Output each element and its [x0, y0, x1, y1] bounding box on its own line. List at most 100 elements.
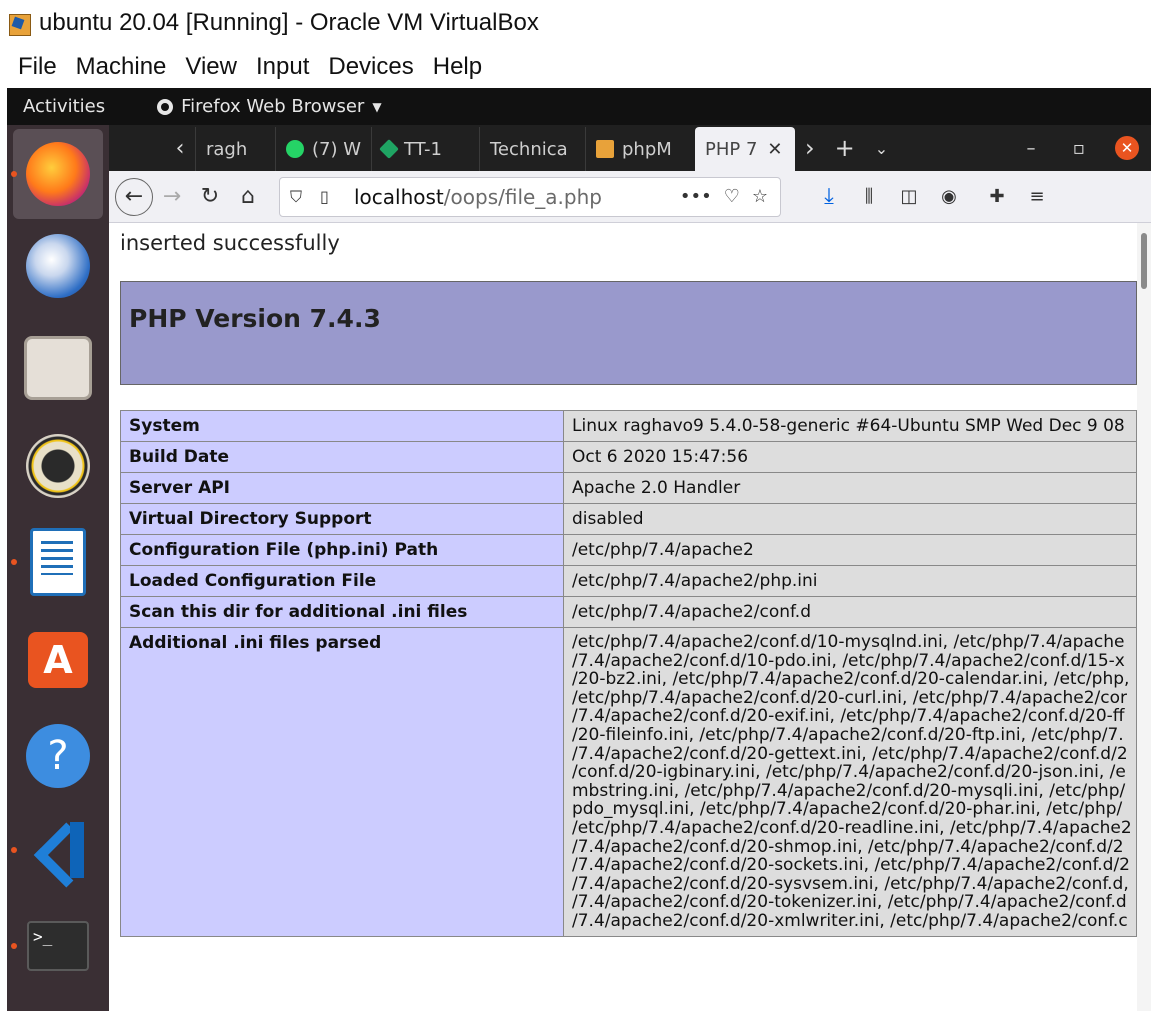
row-value: /etc/php/7.4/apache2 — [563, 534, 1137, 566]
forward-icon[interactable]: → — [153, 178, 191, 216]
firefox-icon — [26, 142, 90, 206]
tab-4[interactable]: Technica — [479, 127, 585, 171]
ini-file-line: /7.4/apache2/conf.d/10-pdo.ini, /etc/php… — [572, 650, 1125, 671]
page-scrollbar[interactable] — [1137, 223, 1151, 1011]
new-tab-icon[interactable]: + — [825, 125, 865, 171]
row-key: Scan this dir for additional .ini files — [120, 596, 564, 628]
url-path: /oops/file_a.php — [443, 184, 602, 209]
running-indicator — [11, 559, 17, 565]
dock-help[interactable]: ? — [13, 711, 103, 801]
ini-file-line: /7.4/apache2/conf.d/20-xmlwriter.ini, /e… — [572, 910, 1128, 931]
phpinfo-table: System Linux raghavo9 5.4.0-58-generic #6… — [120, 410, 1137, 937]
row-value: disabled — [563, 503, 1137, 535]
download-icon[interactable]: ⤓ — [809, 177, 849, 217]
scroll-tabs-left-icon[interactable]: ‹ — [165, 125, 195, 171]
row-key: Virtual Directory Support — [120, 503, 564, 535]
pocket-icon[interactable]: ♡ — [724, 186, 740, 207]
ini-file-line: /7.4/apache2/conf.d/20-tokenizer.ini, /e… — [572, 892, 1127, 913]
table-row: System Linux raghavo9 5.4.0-58-generic #6… — [120, 410, 1137, 442]
nav-toolbar: ← → ↻ ⌂ ⛉ ▯ localhost/oops/file_a.php ••… — [109, 171, 1151, 223]
url-bar[interactable]: ⛉ ▯ localhost/oops/file_a.php ••• ♡ ☆ — [279, 176, 781, 217]
back-icon[interactable]: ← — [115, 177, 153, 216]
tab-label: ragh — [206, 138, 248, 160]
activities-button[interactable]: Activities — [23, 96, 105, 117]
home-icon[interactable]: ⌂ — [229, 178, 267, 216]
library-icon[interactable]: ⫼ — [849, 177, 889, 217]
table-row: Scan this dir for additional .ini files /… — [120, 596, 1137, 628]
table-row: Loaded Configuration File/etc/php/7.4/ap… — [120, 565, 1137, 597]
help-icon: ? — [26, 724, 90, 788]
dock-vscode[interactable] — [11, 805, 103, 895]
dock-writer[interactable] — [11, 517, 103, 607]
list-all-tabs-icon[interactable]: ⌄ — [865, 125, 898, 171]
ini-file-line: /7.4/apache2/conf.d/20-shmop.ini, /etc/p… — [572, 836, 1124, 857]
menu-input[interactable]: Input — [256, 53, 309, 81]
software-store-icon: A — [28, 632, 88, 688]
vbox-window-title: ubuntu 20.04 [Running] - Oracle VM Virtu… — [39, 9, 539, 36]
tab-2[interactable]: (7) W — [275, 127, 371, 171]
dock-terminal[interactable]: >_ — [11, 901, 103, 991]
dock-thunderbird[interactable] — [13, 221, 103, 311]
dock-rhythmbox[interactable] — [13, 421, 103, 511]
ini-file-line: /conf.d/20-igbinary.ini, /etc/php/7.4/ap… — [572, 762, 1126, 783]
ini-file-line: /7.4/apache2/conf.d/20-sockets.ini, /etc… — [572, 855, 1130, 876]
close-tab-icon[interactable]: ✕ — [767, 139, 782, 160]
minimize-icon[interactable]: – — [1007, 125, 1055, 171]
bookmark-star-icon[interactable]: ☆ — [752, 186, 768, 207]
status-message: inserted successfully — [120, 231, 340, 255]
ini-file-line: /20-fileinfo.ini, /etc/php/7.4/apache2/c… — [572, 724, 1124, 745]
close-icon: ✕ — [1115, 136, 1139, 160]
menu-view[interactable]: View — [185, 53, 237, 81]
virtualbox-icon — [9, 12, 31, 36]
reload-icon[interactable]: ↻ — [191, 178, 229, 216]
dock-files[interactable] — [13, 323, 103, 413]
menu-file[interactable]: File — [18, 53, 57, 81]
files-icon — [24, 336, 92, 400]
rhythmbox-icon — [26, 434, 90, 498]
hamburger-menu-icon[interactable]: ≡ — [1017, 177, 1057, 217]
menu-machine[interactable]: Machine — [76, 53, 167, 81]
window-close-button[interactable]: ✕ — [1103, 125, 1151, 171]
scrollbar-thumb[interactable] — [1141, 233, 1147, 289]
tracking-shield-icon[interactable]: ⛉ — [290, 187, 310, 207]
running-indicator — [11, 943, 17, 949]
row-key: Loaded Configuration File — [120, 565, 564, 597]
ini-file-line: /etc/php/7.4/apache2/conf.d/10-mysqlnd.i… — [572, 632, 1125, 652]
table-row: Additional .ini files parsed /etc/php/7.… — [120, 627, 1137, 937]
row-key: Additional .ini files parsed — [120, 627, 564, 937]
row-key: System — [120, 410, 564, 442]
dock-software[interactable]: A — [13, 615, 103, 705]
firefox-mini-icon — [157, 98, 174, 115]
chevron-down-icon[interactable]: ▼ — [372, 100, 381, 114]
tab-label: TT-1 — [404, 138, 442, 160]
page-info-icon[interactable]: ▯ — [320, 187, 340, 206]
tab-5[interactable]: phpM — [585, 127, 695, 171]
dock-firefox[interactable] — [11, 129, 103, 219]
table-row: Build Date Oct 6 2020 15:47:56 — [120, 441, 1137, 473]
drive-icon — [379, 139, 399, 159]
tab-3[interactable]: TT-1 — [371, 127, 479, 171]
row-value: Linux raghavo9 5.4.0-58-generic #64-Ubun… — [563, 410, 1137, 442]
firefox-window: ‹ ragh (7) W TT-1 Technica phpM PHP 7 ✕ — [109, 125, 1151, 1011]
account-icon[interactable]: ◉ — [929, 177, 969, 217]
tab-1[interactable]: ragh — [195, 127, 275, 171]
terminal-icon: >_ — [27, 921, 89, 971]
ini-file-line: pdo_mysql.ini, /etc/php/7.4/apache2/conf… — [572, 799, 1123, 820]
ini-file-line: /7.4/apache2/conf.d/20-gettext.ini, /etc… — [572, 743, 1128, 764]
tab-active-php[interactable]: PHP 7 ✕ — [695, 127, 795, 171]
tab-label: (7) W — [312, 138, 362, 160]
scroll-tabs-right-icon[interactable]: › — [795, 125, 825, 171]
menu-devices[interactable]: Devices — [328, 53, 413, 81]
app-menu-label[interactable]: Firefox Web Browser — [181, 96, 364, 117]
page-actions-icon[interactable]: ••• — [680, 186, 712, 207]
menu-help[interactable]: Help — [433, 53, 482, 81]
maximize-icon[interactable]: ▫ — [1055, 125, 1103, 171]
php-version-header: PHP Version 7.4.3 — [120, 281, 1137, 385]
ini-file-line: /etc/php/7.4/apache2/conf.d/20-readline.… — [572, 817, 1132, 838]
guest-screen: Activities Firefox Web Browser ▼ A ? >_ … — [7, 88, 1151, 1011]
row-value: Oct 6 2020 15:47:56 — [563, 441, 1137, 473]
extensions-icon[interactable]: ✚ — [977, 177, 1017, 217]
sidebar-icon[interactable]: ◫ — [889, 177, 929, 217]
url-text[interactable]: localhost/oops/file_a.php — [354, 185, 680, 209]
vbox-title-bar: ubuntu 20.04 [Running] - Oracle VM Virtu… — [0, 0, 1151, 46]
